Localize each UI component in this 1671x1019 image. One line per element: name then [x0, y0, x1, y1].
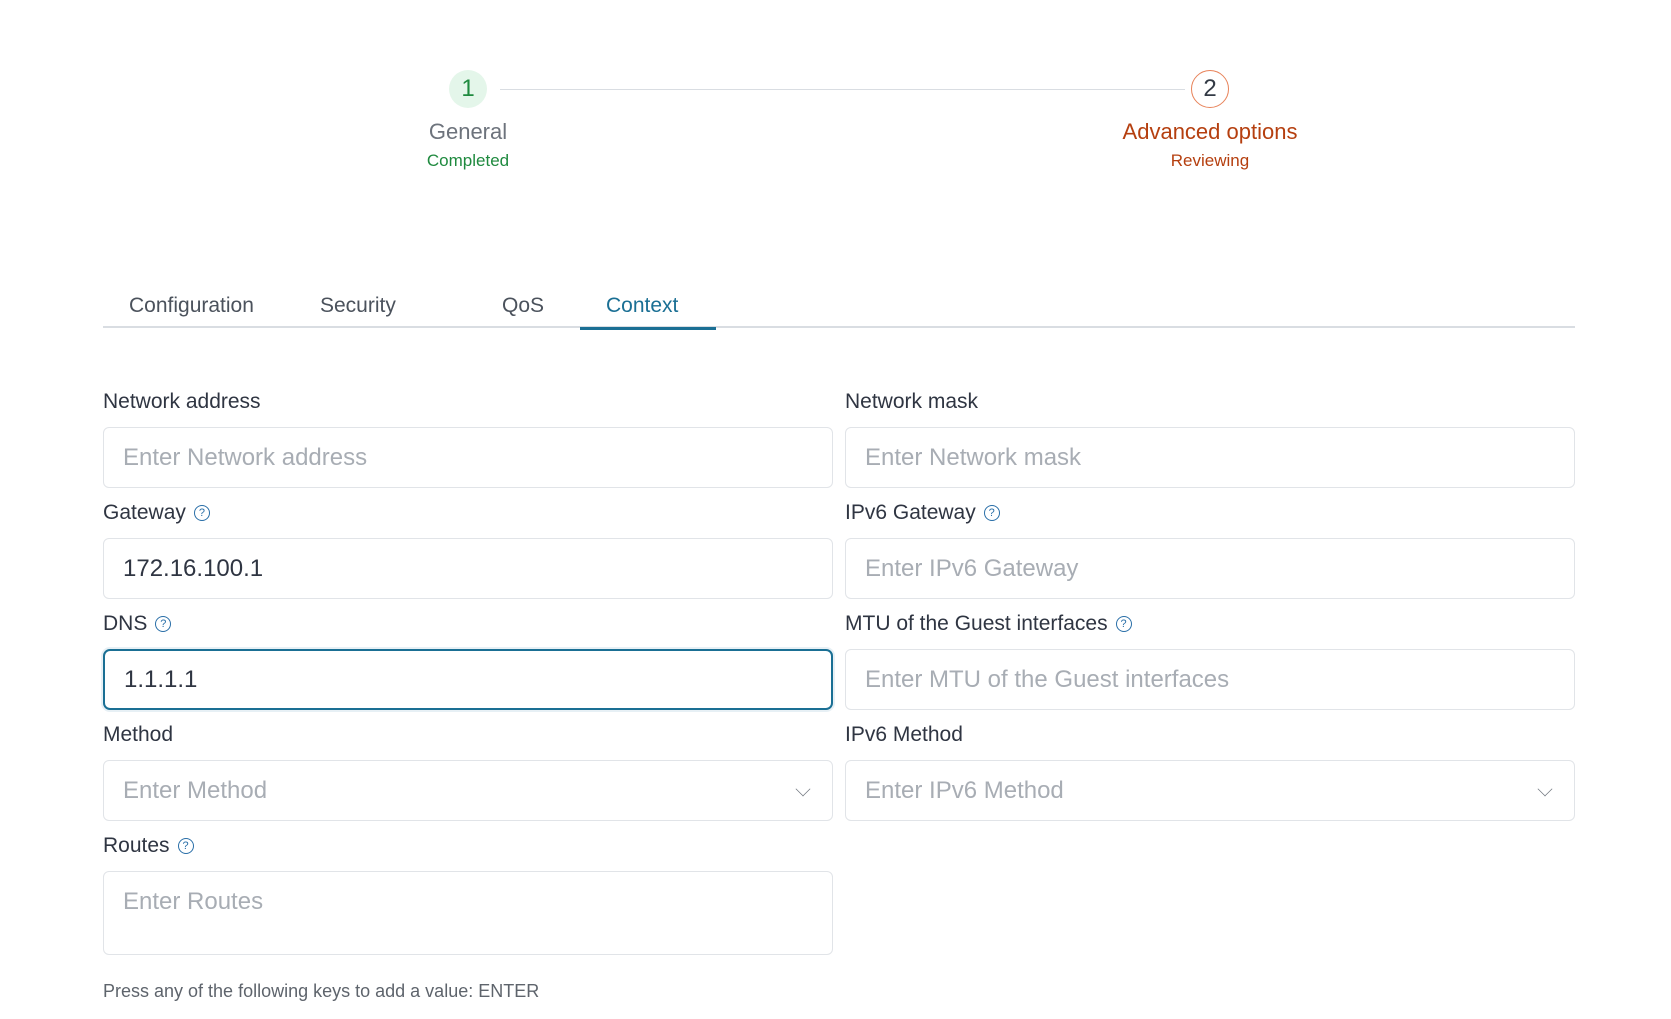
- chevron-down-icon[interactable]: [795, 781, 811, 797]
- method-select[interactable]: Enter Method: [103, 760, 833, 821]
- step-number-badge: 1: [449, 70, 487, 108]
- question-circle-icon[interactable]: ?: [983, 505, 1000, 521]
- method-field: Method Enter Method: [103, 723, 833, 821]
- ipv6-method-placeholder: Enter IPv6 Method: [865, 776, 1064, 804]
- question-circle-icon[interactable]: ?: [193, 505, 210, 521]
- step-title: General: [428, 119, 508, 144]
- ipv6-method-field: IPv6 Method Enter IPv6 Method: [845, 723, 1575, 821]
- mtu-field: MTU of the Guest interfaces ? Enter MTU …: [845, 612, 1575, 710]
- gateway-field: Gateway ? 172.16.100.1: [103, 501, 833, 599]
- mtu-placeholder: Enter MTU of the Guest interfaces: [865, 665, 1230, 693]
- step-status: Reviewing: [1170, 151, 1250, 170]
- tab-context[interactable]: Context: [580, 286, 716, 330]
- tab-bar: Configuration Security QoS Context: [103, 286, 1575, 330]
- question-circle-icon[interactable]: ?: [155, 616, 172, 632]
- routes-label-row: Routes ?: [103, 834, 833, 858]
- step-status: Completed: [426, 151, 510, 170]
- gateway-label-row: Gateway ?: [103, 501, 833, 525]
- dns-input[interactable]: 1.1.1.1: [103, 649, 833, 710]
- ipv6-gateway-input[interactable]: Enter IPv6 Gateway: [845, 538, 1575, 599]
- dns-label-row: DNS ?: [103, 612, 833, 636]
- network-address-label: Network address: [103, 390, 261, 413]
- network-mask-field: Network mask Enter Network mask: [845, 390, 1575, 488]
- step-advanced-options[interactable]: 2 Advanced options Reviewing: [1090, 70, 1330, 171]
- network-mask-label: Network mask: [845, 390, 979, 413]
- network-address-field: Network address Enter Network address: [103, 390, 833, 488]
- gateway-label: Gateway: [103, 501, 186, 524]
- ipv6-gateway-label: IPv6 Gateway: [845, 501, 976, 524]
- routes-hint: Press any of the following keys to add a…: [103, 981, 540, 1001]
- mtu-label: MTU of the Guest interfaces: [845, 612, 1108, 635]
- method-placeholder: Enter Method: [123, 776, 268, 804]
- network-address-placeholder: Enter Network address: [123, 443, 368, 471]
- ipv6-gateway-label-row: IPv6 Gateway ?: [845, 501, 1575, 525]
- ipv6-gateway-field: IPv6 Gateway ? Enter IPv6 Gateway: [845, 501, 1575, 599]
- stepper: 1 General Completed 2 Advanced options R…: [0, 70, 1671, 180]
- routes-placeholder: Enter Routes: [123, 888, 264, 915]
- mtu-label-row: MTU of the Guest interfaces ?: [845, 612, 1575, 636]
- ipv6-gateway-placeholder: Enter IPv6 Gateway: [865, 554, 1079, 582]
- step-title: Advanced options: [1122, 119, 1298, 144]
- dns-label: DNS: [103, 612, 148, 635]
- routes-label: Routes: [103, 834, 170, 857]
- routes-field: Routes ? Enter Routes: [103, 834, 833, 955]
- step-number-badge: 2: [1191, 70, 1229, 108]
- mtu-input[interactable]: Enter MTU of the Guest interfaces: [845, 649, 1575, 710]
- gateway-value: 172.16.100.1: [123, 554, 264, 582]
- step-general[interactable]: 1 General Completed: [348, 70, 588, 171]
- network-mask-input[interactable]: Enter Network mask: [845, 427, 1575, 488]
- stepper-connector: [500, 89, 1185, 90]
- ipv6-method-label: IPv6 Method: [845, 723, 963, 746]
- tab-security[interactable]: Security: [294, 286, 454, 328]
- dns-field: DNS ? 1.1.1.1: [103, 612, 833, 710]
- page: 1 General Completed 2 Advanced options R…: [0, 0, 1671, 1019]
- network-mask-placeholder: Enter Network mask: [865, 443, 1082, 471]
- gateway-input[interactable]: 172.16.100.1: [103, 538, 833, 599]
- ipv6-method-select[interactable]: Enter IPv6 Method: [845, 760, 1575, 821]
- tab-configuration[interactable]: Configuration: [103, 286, 294, 328]
- method-label: Method: [103, 723, 174, 746]
- chevron-down-icon[interactable]: [1537, 781, 1553, 797]
- question-circle-icon[interactable]: ?: [177, 838, 194, 854]
- network-address-input[interactable]: Enter Network address: [103, 427, 833, 488]
- tab-qos[interactable]: QoS: [454, 286, 580, 328]
- routes-input[interactable]: Enter Routes: [103, 871, 833, 955]
- dns-value: 1.1.1.1: [124, 665, 198, 693]
- question-circle-icon[interactable]: ?: [1115, 616, 1132, 632]
